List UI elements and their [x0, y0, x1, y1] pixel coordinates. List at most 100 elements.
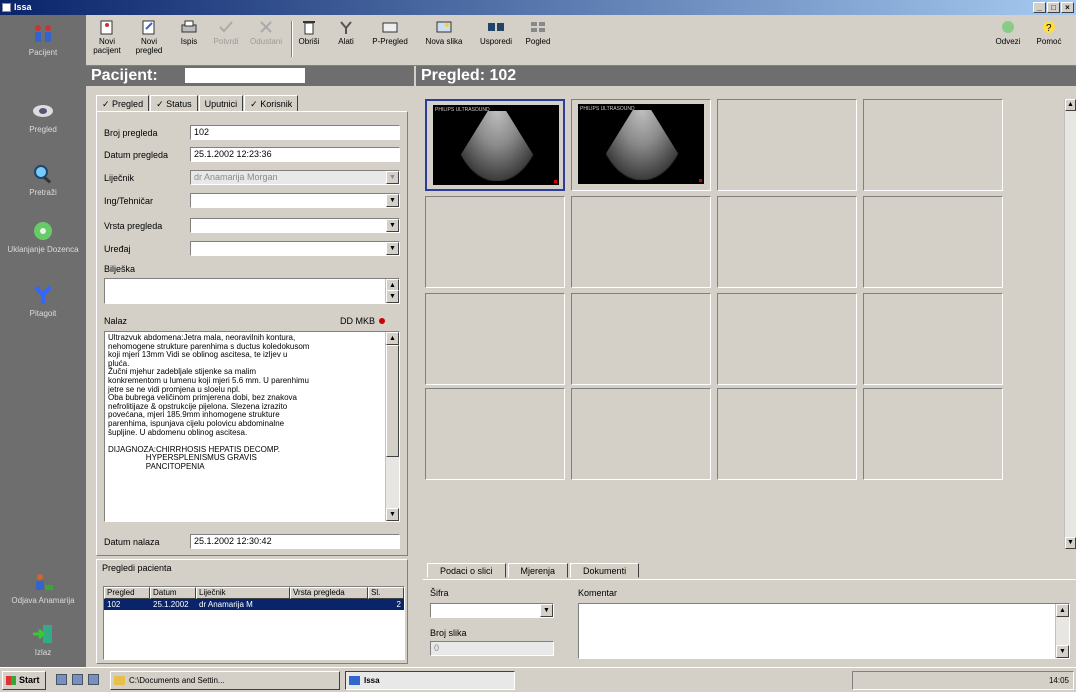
- column-header[interactable]: Sl.: [368, 587, 404, 599]
- chevron-down-icon[interactable]: ▼: [386, 242, 399, 255]
- image-slot[interactable]: [717, 99, 857, 191]
- nav-pacijent[interactable]: Pacijent: [0, 23, 86, 57]
- view-button[interactable]: Pogled: [520, 19, 556, 46]
- image-icon: [436, 21, 452, 33]
- finding-textarea[interactable]: Ultrazvuk abdomena:Jetra mala, neoraviln…: [104, 331, 400, 522]
- new-patient-button[interactable]: Novi pacijent: [86, 19, 128, 55]
- taskbar-item-explorer[interactable]: C:\Documents and Settin...: [110, 671, 340, 690]
- nav-uklanjanje[interactable]: Uklanjanje Dozenca: [0, 220, 86, 254]
- image-slot[interactable]: [425, 293, 565, 385]
- toolbar-separator: [291, 21, 293, 57]
- taskbar-item-issa[interactable]: Issa: [345, 671, 515, 690]
- nav-pitagoit[interactable]: Pitagoit: [0, 284, 86, 318]
- image-slot[interactable]: [863, 99, 1003, 191]
- comment-field[interactable]: ▲ ▼: [578, 603, 1070, 659]
- patient-header: Pacijent:: [86, 66, 414, 86]
- chevron-down-icon[interactable]: ▼: [540, 604, 553, 617]
- disconnect-button[interactable]: Odvezi: [990, 19, 1026, 46]
- exam-icon: [33, 105, 53, 117]
- scroll-up-icon[interactable]: ▲: [1065, 99, 1076, 111]
- column-header[interactable]: Datum: [150, 587, 196, 599]
- image-slot[interactable]: [425, 196, 565, 288]
- scroll-down-icon[interactable]: ▼: [1056, 645, 1069, 658]
- quicklaunch-icon[interactable]: [72, 674, 83, 685]
- image-slot[interactable]: [863, 293, 1003, 385]
- column-header[interactable]: Pregled: [104, 587, 150, 599]
- tab-uputnici[interactable]: Uputnici: [198, 95, 244, 112]
- comment-label: Komentar: [578, 588, 618, 598]
- scroll-thumb[interactable]: [386, 345, 399, 457]
- nav-pretrazi[interactable]: Pretraži: [0, 163, 86, 197]
- tab-mjerenja[interactable]: Mjerenja: [507, 563, 569, 578]
- confirm-button[interactable]: Potvrdi: [208, 19, 244, 46]
- scroll-up-icon[interactable]: ▲: [386, 332, 399, 345]
- scroll-down-icon[interactable]: ▼: [1065, 537, 1076, 549]
- image-thumbnail[interactable]: PHILIPS ULTRASOUND: [571, 99, 711, 191]
- image-slot[interactable]: [717, 196, 857, 288]
- scroll-down-icon[interactable]: ▼: [386, 290, 399, 303]
- tab-podaci-o-slici[interactable]: Podaci o slici: [427, 563, 506, 578]
- image-slot[interactable]: [863, 388, 1003, 480]
- exam-date-field[interactable]: 25.1.2002 12:23:36: [190, 147, 400, 162]
- start-button[interactable]: Start: [2, 671, 46, 690]
- image-slot[interactable]: [717, 293, 857, 385]
- tab-korisnik[interactable]: ✓ Korisnik: [244, 95, 299, 112]
- image-slot[interactable]: [571, 388, 711, 480]
- scroll-up-icon[interactable]: ▲: [1056, 604, 1069, 617]
- print-button[interactable]: Ispis: [174, 19, 204, 46]
- main-toolbar: Novi pacijent Novi pregled Ispis Potvrdi…: [86, 15, 1076, 66]
- quicklaunch-icon[interactable]: [88, 674, 99, 685]
- compare-button[interactable]: Usporedi: [474, 19, 518, 46]
- chevron-down-icon[interactable]: ▼: [386, 194, 399, 207]
- mkb-link[interactable]: DD MKB: [340, 316, 402, 326]
- image-slot[interactable]: [717, 388, 857, 480]
- exit-icon: [33, 625, 52, 643]
- close-button[interactable]: ×: [1061, 2, 1074, 13]
- chevron-down-icon[interactable]: ▼: [386, 171, 399, 184]
- tab-dokumenti[interactable]: Dokumenti: [570, 563, 640, 578]
- nav-odjava[interactable]: Odjava Anamarija: [0, 571, 86, 605]
- cancel-button[interactable]: Odustani: [246, 19, 286, 46]
- maximize-button[interactable]: □: [1047, 2, 1060, 13]
- scroll-down-icon[interactable]: ▼: [386, 508, 399, 521]
- code-select[interactable]: ▼: [430, 603, 554, 618]
- patient-exams-list[interactable]: Pregled Datum Liječnik Vrsta pregleda Sl…: [103, 586, 405, 660]
- svg-text:?: ?: [1046, 23, 1052, 34]
- disconnect-icon: [1002, 21, 1014, 33]
- nav-pregled[interactable]: Pregled: [0, 100, 86, 134]
- device-select[interactable]: ▼: [190, 241, 400, 256]
- image-thumbnail[interactable]: PHILIPS ULTRASOUND: [425, 99, 565, 191]
- column-header[interactable]: Vrsta pregleda: [290, 587, 368, 599]
- note-scrollbar[interactable]: ▲ ▼: [385, 279, 399, 303]
- note-label: Bilješka: [104, 264, 136, 274]
- note-field[interactable]: ▲ ▼: [104, 278, 400, 304]
- new-exam-button[interactable]: Novi pregled: [128, 19, 170, 55]
- table-row[interactable]: 102 25.1.2002 dr Anamarija M 2: [104, 599, 404, 610]
- tab-status[interactable]: ✓ Status: [150, 95, 198, 112]
- chevron-down-icon[interactable]: ▼: [386, 219, 399, 232]
- quicklaunch-icon[interactable]: [56, 674, 67, 685]
- technician-select[interactable]: ▼: [190, 193, 400, 208]
- image-grid-scrollbar[interactable]: ▲ ▼: [1064, 99, 1076, 549]
- tools-button[interactable]: Alati: [326, 19, 366, 46]
- image-slot[interactable]: [425, 388, 565, 480]
- help-button[interactable]: ? Pomoć: [1030, 19, 1068, 46]
- exam-type-select[interactable]: ▼: [190, 218, 400, 233]
- image-slot[interactable]: [571, 293, 711, 385]
- comment-scrollbar[interactable]: ▲ ▼: [1055, 604, 1069, 658]
- new-image-button[interactable]: Nova slika: [422, 19, 466, 46]
- image-slot[interactable]: [863, 196, 1003, 288]
- nav-izlaz[interactable]: Izlaz: [0, 623, 86, 657]
- delete-button[interactable]: Obriši: [296, 19, 322, 46]
- finding-date-field[interactable]: 25.1.2002 12:30:42: [190, 534, 400, 549]
- image-count-label: Broj slika: [430, 628, 467, 638]
- doctor-select[interactable]: dr Anamarija Morgan ▼: [190, 170, 400, 185]
- exam-number-field[interactable]: 102: [190, 125, 400, 140]
- finding-scrollbar[interactable]: ▲ ▼: [385, 332, 399, 521]
- column-header[interactable]: Liječnik: [196, 587, 290, 599]
- minimize-button[interactable]: _: [1033, 2, 1046, 13]
- taskbar: Start C:\Documents and Settin... Issa 14…: [0, 667, 1076, 692]
- tab-pregled[interactable]: ✓ Pregled: [96, 95, 150, 112]
- image-slot[interactable]: [571, 196, 711, 288]
- print-preview-button[interactable]: P-Pregled: [368, 19, 412, 46]
